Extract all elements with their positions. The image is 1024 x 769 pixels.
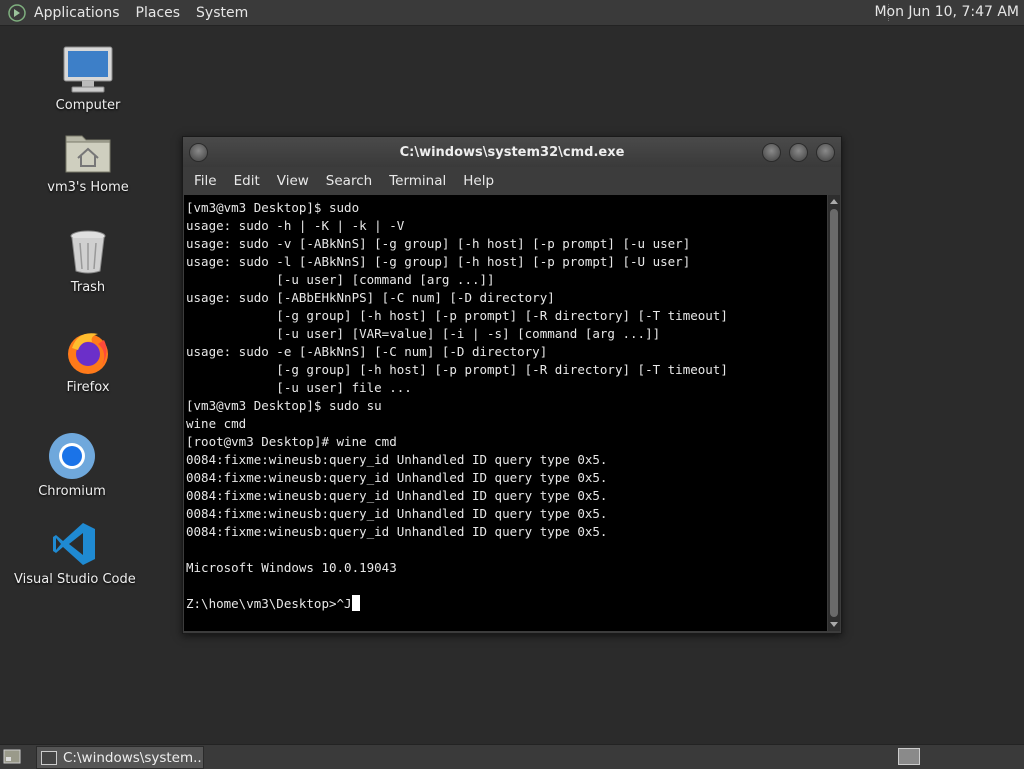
terminal-screen[interactable]: [vm3@vm3 Desktop]$ sudo usage: sudo -h | …	[184, 195, 827, 631]
top-panel: Applications Places System Mon Jun 10, 7…	[0, 0, 1024, 26]
desktop-icon-computer[interactable]: Computer	[28, 44, 148, 113]
menu-edit[interactable]: Edit	[234, 173, 260, 189]
terminal-line: usage: sudo -e [-ABkNnS] [-C num] [-D di…	[186, 344, 548, 359]
terminal-line: [-u user] [command [arg ...]]	[186, 272, 495, 287]
desktop-icon-label: vm3's Home	[47, 180, 129, 195]
computer-icon	[62, 44, 114, 96]
scroll-down-arrow-icon[interactable]	[830, 622, 838, 627]
terminal-menubar: File Edit View Search Terminal Help	[183, 167, 841, 195]
trash-icon	[62, 226, 114, 278]
terminal-line: usage: sudo [-ABbEHkNnPS] [-C num] [-D d…	[186, 290, 555, 305]
desktop-icon-label: Chromium	[38, 484, 106, 499]
applications-menu[interactable]: Applications	[34, 5, 120, 21]
menu-search[interactable]: Search	[326, 173, 372, 189]
workspace-switcher[interactable]	[898, 748, 920, 765]
terminal-output: [vm3@vm3 Desktop]$ sudo usage: sudo -h | …	[184, 195, 827, 613]
terminal-prompt-line[interactable]: Z:\home\vm3\Desktop>^J	[186, 595, 827, 613]
chromium-icon	[46, 430, 98, 482]
terminal-scrollbar[interactable]	[828, 195, 840, 631]
terminal-line: 0084:fixme:wineusb:query_id Unhandled ID…	[186, 524, 608, 539]
scrollbar-thumb[interactable]	[830, 209, 838, 617]
terminal-line: 0084:fixme:wineusb:query_id Unhandled ID…	[186, 488, 608, 503]
terminal-prompt: Z:\home\vm3\Desktop>^J	[186, 596, 352, 611]
desktop-icon-home[interactable]: vm3's Home	[28, 126, 148, 195]
terminal-line: usage: sudo -l [-ABkNnS] [-g group] [-h …	[186, 254, 691, 269]
desktop-icon-label: Visual Studio Code	[14, 572, 136, 587]
distro-logo-icon[interactable]	[6, 2, 28, 24]
desktop-icon-label: Computer	[55, 98, 121, 113]
terminal-line: 0084:fixme:wineusb:query_id Unhandled ID…	[186, 452, 608, 467]
terminal-line: [vm3@vm3 Desktop]$ sudo	[186, 200, 360, 215]
show-desktop-icon[interactable]	[3, 748, 21, 765]
menu-terminal[interactable]: Terminal	[389, 173, 446, 189]
maximize-button[interactable]	[789, 143, 808, 162]
desktop-icon-label: Firefox	[66, 380, 110, 395]
terminal-line: 0084:fixme:wineusb:query_id Unhandled ID…	[186, 506, 608, 521]
terminal-window[interactable]: C:\windows\system32\cmd.exe File Edit Vi…	[182, 136, 842, 634]
taskbar-item-label: C:\windows\system...	[63, 749, 204, 766]
scroll-up-arrow-icon[interactable]	[830, 199, 838, 204]
terminal-line: [-u user] file ...	[186, 380, 412, 395]
terminal-line: wine cmd	[186, 416, 247, 431]
menu-file[interactable]: File	[194, 173, 217, 189]
text-cursor	[351, 595, 360, 611]
terminal-line: [root@vm3 Desktop]# wine cmd	[186, 434, 397, 449]
vscode-icon	[48, 518, 100, 570]
home-folder-icon	[62, 126, 114, 178]
minimize-button[interactable]	[762, 143, 781, 162]
terminal-line: usage: sudo -h | -K | -k | -V	[186, 218, 405, 233]
terminal-line: 0084:fixme:wineusb:query_id Unhandled ID…	[186, 470, 608, 485]
desktop-icon-chromium[interactable]: Chromium	[12, 430, 132, 499]
close-button[interactable]	[816, 143, 835, 162]
firefox-icon	[62, 326, 114, 378]
terminal-line: usage: sudo -v [-ABkNnS] [-g group] [-h …	[186, 236, 691, 251]
desktop-icon-vscode[interactable]: Visual Studio Code	[14, 518, 136, 587]
taskbar-item-terminal[interactable]: C:\windows\system...	[36, 746, 204, 769]
window-titlebar[interactable]: C:\windows\system32\cmd.exe	[183, 137, 841, 167]
window-menu-button[interactable]	[189, 143, 208, 162]
terminal-line: Microsoft Windows 10.0.19043	[186, 560, 397, 575]
terminal-line: [-g group] [-h host] [-p prompt] [-R dir…	[186, 362, 728, 377]
terminal-line: [vm3@vm3 Desktop]$ sudo su	[186, 398, 382, 413]
menu-help[interactable]: Help	[463, 173, 494, 189]
system-menu[interactable]: System	[196, 5, 248, 21]
desktop-icon-trash[interactable]: Trash	[28, 226, 148, 295]
menu-view[interactable]: View	[277, 173, 309, 189]
clock[interactable]: Mon Jun 10, 7:47 AM	[874, 4, 1019, 20]
window-title: C:\windows\system32\cmd.exe	[399, 144, 625, 160]
terminal-line: [-u user] [VAR=value] [-i | -s] [command…	[186, 326, 661, 341]
desktop-icon-firefox[interactable]: Firefox	[28, 326, 148, 395]
bottom-panel: C:\windows\system...	[0, 744, 1024, 769]
terminal-window-icon	[41, 750, 57, 765]
desktop-icon-label: Trash	[70, 280, 106, 295]
terminal-line: [-g group] [-h host] [-p prompt] [-R dir…	[186, 308, 728, 323]
places-menu[interactable]: Places	[136, 5, 181, 21]
